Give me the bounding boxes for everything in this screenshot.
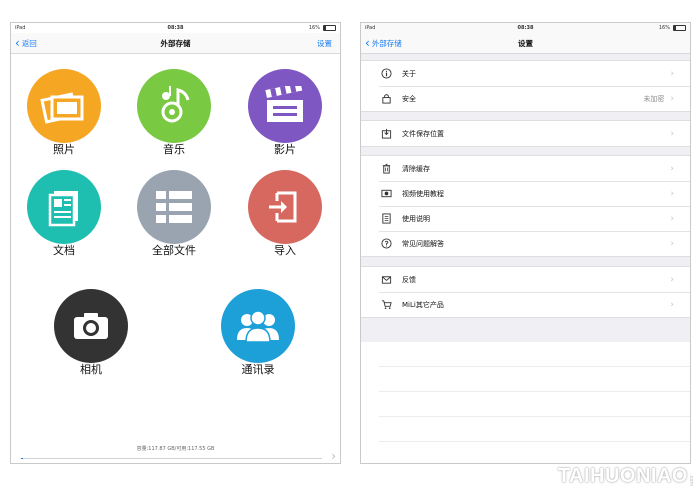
contacts-circle	[221, 289, 295, 363]
settings-group-storage: 文件保存位置 ›	[361, 120, 690, 147]
tile-label: 通讯录	[241, 363, 275, 376]
tile-camera[interactable]: 相机	[36, 289, 146, 377]
tile-label: 照片	[53, 143, 75, 156]
battery-icon	[323, 25, 336, 31]
nav-bar: ‹ 外部存储 设置	[361, 33, 690, 54]
question-icon	[376, 238, 396, 249]
status-bar: iPad 08:38 16%	[11, 23, 340, 33]
status-time: 08:38	[517, 25, 534, 31]
chevron-right-icon: ›	[670, 299, 674, 310]
chevron-right-icon: ›	[670, 188, 674, 199]
tile-label: 影片	[274, 143, 296, 156]
settings-row-label: 清除缓存	[402, 164, 430, 173]
tile-photos[interactable]: 照片	[11, 69, 119, 157]
tile-import[interactable]: 导入	[230, 170, 340, 258]
camera-circle	[54, 289, 128, 363]
download-tray-icon	[376, 128, 396, 139]
chevron-right-icon: ›	[670, 274, 674, 285]
chevron-right-icon: ›	[670, 68, 674, 79]
settings-row-label: 常见问题解答	[402, 239, 444, 248]
tile-documents[interactable]: 文档	[11, 170, 119, 258]
music-circle	[137, 69, 211, 143]
manual-icon	[376, 213, 396, 224]
tile-label: 相机	[80, 363, 102, 376]
settings-row-label: 文件保存位置	[402, 129, 444, 138]
all-files-circle	[137, 170, 211, 244]
empty-list-area	[361, 342, 690, 463]
trash-icon	[376, 163, 396, 174]
settings-button[interactable]: 设置	[317, 38, 332, 49]
photos-circle	[27, 69, 101, 143]
chevron-right-icon[interactable]: ›	[331, 449, 336, 463]
video-clapper-icon	[265, 86, 303, 122]
chevron-left-icon: ‹	[15, 36, 20, 50]
settings-row-feedback[interactable]: 反馈 ›	[361, 267, 690, 292]
tile-label: 文档	[53, 244, 75, 257]
back-label: 返回	[21, 38, 37, 48]
info-icon	[376, 68, 396, 79]
photos-icon	[40, 92, 84, 124]
settings-row-save-location[interactable]: 文件保存位置 ›	[361, 121, 690, 146]
document-icon	[48, 191, 78, 227]
tile-label: 全部文件	[152, 244, 196, 257]
settings-group-general: 关于 › 安全 未加密 ›	[361, 60, 690, 112]
documents-circle	[27, 170, 101, 244]
settings-row-label: 反馈	[402, 275, 416, 284]
settings-screen: iPad 08:38 16% ‹ 外部存储 设置 关于 › 安全 未加密 › 文…	[360, 22, 691, 464]
cart-icon	[376, 299, 396, 310]
settings-row-label: 关于	[402, 69, 416, 78]
tile-label: 导入	[274, 244, 296, 257]
back-label: 外部存储	[371, 38, 402, 48]
video-tutorial-icon	[376, 188, 396, 199]
storage-progress-fill	[21, 458, 23, 459]
tile-label: 音乐	[163, 143, 185, 156]
tile-music[interactable]: 音乐	[119, 69, 229, 157]
settings-row-manual[interactable]: 使用说明 ›	[361, 206, 690, 231]
chevron-right-icon: ›	[670, 163, 674, 174]
settings-row-label: MiLi其它产品	[402, 300, 444, 309]
status-bar: iPad 08:38 16%	[361, 23, 690, 33]
settings-row-video-tutorial[interactable]: 视频使用教程 ›	[361, 181, 690, 206]
chevron-left-icon: ‹	[365, 36, 370, 50]
status-time: 08:38	[167, 25, 184, 31]
settings-row-about[interactable]: 关于 ›	[361, 61, 690, 86]
back-button[interactable]: ‹ 返回	[15, 33, 37, 53]
camera-icon	[74, 313, 108, 339]
settings-row-label: 使用说明	[402, 214, 430, 223]
lock-icon	[376, 93, 396, 104]
chevron-right-icon: ›	[670, 238, 674, 249]
tile-all-files[interactable]: 全部文件	[119, 170, 229, 258]
settings-row-faq[interactable]: 常见问题解答 ›	[361, 231, 690, 256]
external-storage-screen: iPad 08:38 16% ‹ 返回 外部存储 设置 照片 音乐 影片 文档 …	[10, 22, 341, 464]
music-icon	[161, 86, 190, 123]
page-title: 设置	[518, 38, 533, 48]
chevron-right-icon: ›	[670, 93, 674, 104]
tile-contacts[interactable]: 通讯录	[203, 289, 313, 377]
feedback-icon	[376, 274, 396, 285]
chevron-right-icon: ›	[670, 213, 674, 224]
security-status: 未加密	[643, 94, 665, 103]
import-circle	[248, 170, 322, 244]
chevron-right-icon: ›	[670, 128, 674, 139]
settings-row-label: 视频使用教程	[402, 189, 444, 198]
settings-row-label: 安全	[402, 94, 416, 103]
import-icon	[269, 191, 297, 223]
storage-info: 容量:117.87 GB/可用:117.55 GB	[136, 446, 215, 452]
back-button[interactable]: ‹ 外部存储	[365, 33, 402, 53]
settings-group-help: 清除缓存 › 视频使用教程 › 使用说明 › 常见问题解答 ›	[361, 155, 690, 257]
nav-bar: ‹ 返回 外部存储 设置	[11, 33, 340, 54]
contacts-icon	[237, 310, 279, 343]
watermark-text: TAIHUONIAO	[557, 465, 688, 487]
storage-progress-bar	[21, 458, 322, 459]
settings-group-more: 反馈 › MiLi其它产品 ›	[361, 266, 690, 318]
settings-row-other-products[interactable]: MiLi其它产品 ›	[361, 292, 690, 317]
video-circle	[248, 69, 322, 143]
tile-videos[interactable]: 影片	[230, 69, 340, 157]
page-title: 外部存储	[160, 38, 191, 48]
settings-row-clear-cache[interactable]: 清除缓存 ›	[361, 156, 690, 181]
settings-row-security[interactable]: 安全 未加密 ›	[361, 86, 690, 111]
watermark-suffix: .com	[688, 473, 694, 486]
battery-icon	[673, 25, 686, 31]
all-files-icon	[156, 191, 192, 223]
